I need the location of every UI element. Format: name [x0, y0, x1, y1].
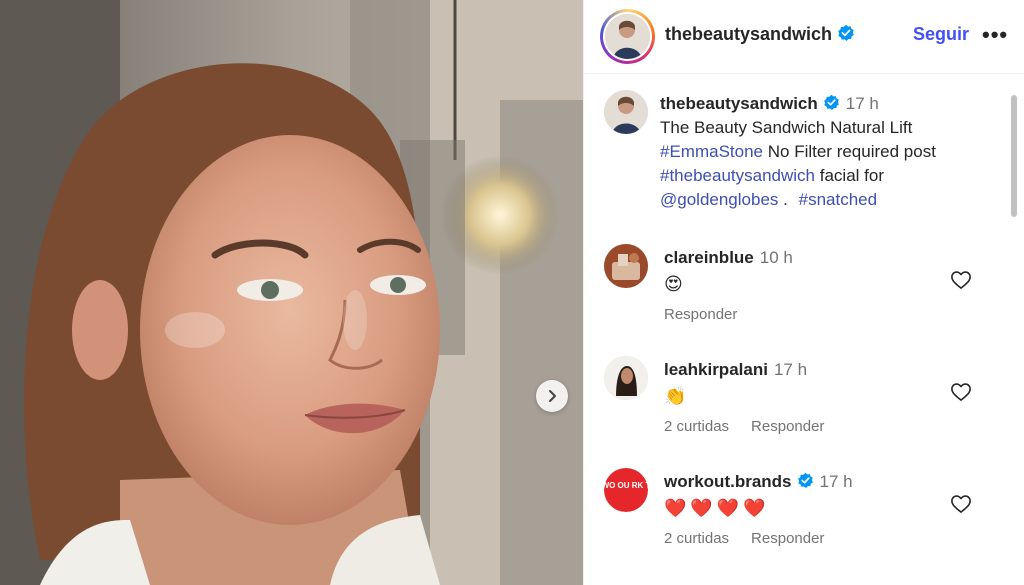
post-header: thebeautysandwich Seguir •••: [584, 0, 1024, 74]
avatar: [605, 14, 650, 59]
avatar[interactable]: WO OU RK T: [604, 468, 648, 512]
post-sidebar: thebeautysandwich Seguir ••• thebeautysa…: [583, 0, 1024, 585]
red-heart-emoji: ❤️: [743, 497, 766, 518]
hashtag-link[interactable]: #thebeautysandwich: [660, 166, 815, 185]
caption-line: facial for: [819, 166, 884, 185]
mention-link[interactable]: @goldenglobes: [660, 190, 778, 209]
avatar[interactable]: [604, 90, 648, 134]
comment-text: 👏: [664, 385, 686, 407]
caption-line: No Filter required post: [767, 142, 936, 161]
story-ring[interactable]: [600, 9, 655, 64]
comment-text: 😍: [664, 273, 683, 295]
next-image-button[interactable]: [536, 380, 568, 412]
caption-time: 17 h: [845, 94, 879, 113]
post-photo: [0, 0, 583, 585]
likes-count[interactable]: 2 curtidas: [664, 418, 729, 435]
caption-text: thebeautysandwich 17 h The Beauty Sandwi…: [660, 92, 1000, 212]
hashtag-link[interactable]: #EmmaStone: [660, 142, 763, 161]
comment-actions: Responder: [664, 306, 737, 323]
comment-time: 17 h: [773, 360, 808, 379]
header-username-text[interactable]: thebeautysandwich: [665, 24, 832, 44]
clapping-emoji: 👏: [664, 385, 687, 406]
reply-button[interactable]: Responder: [751, 530, 824, 547]
comment-item: leahkirpalani 17 h 👏 2 curtidas Responder: [604, 356, 1004, 456]
verified-badge-icon: [838, 24, 854, 41]
avatar[interactable]: [604, 244, 648, 288]
verified-badge-icon: [797, 472, 813, 488]
reply-button[interactable]: Responder: [664, 306, 737, 323]
avatar[interactable]: [604, 356, 648, 400]
heart-outline-icon[interactable]: [950, 270, 972, 290]
comment-actions: 2 curtidas Responder: [664, 418, 824, 435]
comment-item: WO OU RK T workout.brands 17 h ❤️ ❤️ ❤️ …: [604, 468, 1004, 568]
caption-username[interactable]: thebeautysandwich: [660, 94, 818, 113]
caption-line: .: [783, 190, 788, 209]
more-options-icon[interactable]: •••: [982, 22, 1008, 48]
avatar-text: WO OU RK T: [604, 481, 648, 490]
comment-actions: 2 curtidas Responder: [664, 530, 824, 547]
chevron-right-icon: [549, 390, 556, 402]
portrait-image: [0, 0, 583, 585]
comment-time: 10 h: [759, 248, 793, 267]
red-heart-emoji: ❤️: [690, 497, 713, 518]
comment-username[interactable]: clareinblue: [664, 248, 754, 267]
caption-line: The Beauty Sandwich Natural Lift: [660, 118, 913, 137]
follow-button[interactable]: Seguir: [913, 24, 969, 45]
header-username[interactable]: thebeautysandwich: [665, 24, 855, 45]
heart-eyes-emoji: 😍: [664, 273, 683, 294]
comment-username[interactable]: leahkirpalani: [664, 360, 768, 379]
comment-text: ❤️ ❤️ ❤️ ❤️: [664, 497, 766, 519]
verified-badge-icon: [823, 94, 839, 110]
red-heart-emoji: ❤️: [716, 497, 740, 518]
comment-item: clareinblue 10 h 😍 Responder: [604, 244, 1004, 344]
reply-button[interactable]: Responder: [751, 418, 824, 435]
comment-username[interactable]: workout.brands: [664, 472, 792, 491]
comment-time: 17 h: [819, 472, 853, 491]
comment-header: leahkirpalani 17 h: [664, 360, 807, 380]
comment-header: clareinblue 10 h: [664, 248, 793, 268]
likes-count[interactable]: 2 curtidas: [664, 530, 729, 547]
comments-scrollbar[interactable]: [1011, 95, 1017, 217]
comment-header: workout.brands 17 h: [664, 472, 853, 492]
hashtag-link[interactable]: #snatched: [799, 190, 877, 209]
heart-outline-icon[interactable]: [950, 382, 972, 402]
heart-outline-icon[interactable]: [950, 494, 972, 514]
red-heart-emoji: ❤️: [664, 497, 687, 518]
